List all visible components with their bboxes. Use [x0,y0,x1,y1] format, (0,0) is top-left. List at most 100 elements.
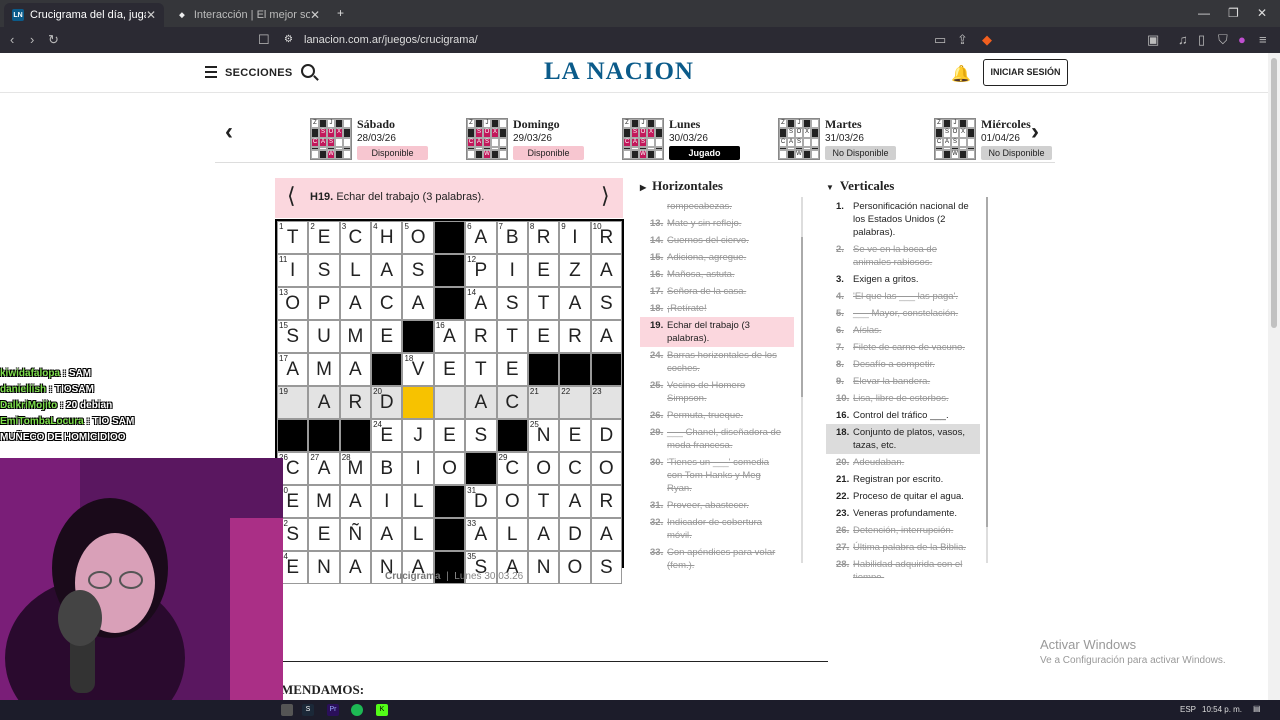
grid-cell[interactable]: A [371,254,403,287]
grid-cell[interactable]: O [527,452,560,485]
grid-cell[interactable]: R [559,320,591,353]
bookmark-icon[interactable]: ☐ [258,32,270,48]
clue-item[interactable]: 5. ___ Mayor, constelación. [826,305,980,322]
prev-day-arrow-icon[interactable]: ‹ [225,118,233,146]
day-item[interactable]: Z J S O X C A S W Sábado 28/03/26 Disponible [262,113,428,160]
grid-cell[interactable]: E [527,254,560,287]
profile-icon[interactable]: ● [1238,32,1246,47]
clue-item[interactable]: 26. Detención, interrupción. [826,522,980,539]
grid-cell[interactable]: D [559,518,591,551]
grid-cell[interactable]: 6A [465,221,497,254]
login-button[interactable]: INICIAR SESIÓN [983,59,1068,86]
grid-cell[interactable]: L [402,485,434,518]
day-item[interactable]: Z J S O X C A S W Lunes 30/03/26 Jugado [574,113,740,160]
grid-cell[interactable]: N [308,551,340,584]
grid-cell[interactable]: S [465,419,497,452]
sidebar-icon[interactable]: ▯ [1198,32,1205,48]
explorer-icon[interactable] [281,704,293,716]
grid-cell[interactable]: E [496,353,528,386]
grid-cell[interactable]: R [590,485,622,518]
grid-cell[interactable]: 13 O [277,287,309,320]
menu-icon[interactable]: ≡ [1259,32,1267,47]
clue-item[interactable]: 33. Con apéndices para volar (fem.). [640,544,794,574]
grid-cell[interactable]: N [527,551,560,584]
clue-item[interactable]: 24. Barras horizontales de los coches. [640,347,794,377]
forward-icon[interactable]: › [30,32,34,47]
grid-cell[interactable]: O [590,452,622,485]
clue-item[interactable]: 4. 'El que las ___ las paga'. [826,288,980,305]
grid-cell[interactable]: 12 P [465,254,497,287]
grid-cell[interactable]: A [402,287,434,320]
clue-item[interactable]: 20. Adeudaban. [826,454,980,471]
clue-item[interactable]: 21. Registran por escrito. [826,471,980,488]
window-close-icon[interactable]: ✕ [1257,6,1267,20]
grid-cell[interactable]: L [402,518,434,551]
day-item[interactable]: Z J S O X C A S W Miércoles 01/04/26 No Disponible [886,113,1052,160]
grid-cell[interactable]: A [590,518,622,551]
clue-item[interactable]: 6. Aíslas. [826,322,980,339]
grid-cell[interactable]: O [496,485,528,518]
grid-cell[interactable]: A [339,485,372,518]
grid-cell[interactable]: S [590,287,622,320]
active-grid-cell[interactable] [402,386,434,419]
clue-item[interactable]: 32. Indicador de cobertura móvil. [640,514,794,544]
grid-cell[interactable]: A [590,320,622,353]
minimize-icon[interactable]: — [1198,6,1210,20]
grid-cell[interactable]: 31 D [465,485,497,518]
grid-cell[interactable]: A [339,353,372,386]
grid-cell[interactable]: S [590,551,622,584]
grid-cell[interactable]: Z [559,254,591,287]
clue-item[interactable]: 28. Habilidad adquirida con el tiempo. [826,556,980,578]
grid-cell[interactable]: A [339,551,372,584]
grid-cell[interactable]: 21 [527,386,560,419]
grid-cell[interactable]: 14 A [465,287,497,320]
grid-cell[interactable]: L [339,254,372,287]
tab-interaccion[interactable]: ◆ Interacción | El mejor software pa ✕ [168,3,328,27]
vertical-scrollbar[interactable] [986,197,988,563]
grid-cell[interactable]: E [371,320,403,353]
grid-cell[interactable]: 7B [496,221,528,254]
horizontal-heading[interactable]: ▶ Horizontales [640,178,794,194]
grid-cell[interactable]: C [496,386,528,419]
site-logo[interactable]: LA NACION [544,58,694,86]
grid-cell[interactable]: M [308,353,340,386]
install-icon[interactable]: ▭ [934,32,946,48]
vertical-heading[interactable]: ▼ Verticales [826,178,980,194]
grid-cell[interactable]: 25 N [527,419,560,452]
grid-cell[interactable]: Ñ [339,518,372,551]
grid-cell[interactable]: 19 [277,386,309,419]
grid-cell[interactable]: C [559,452,591,485]
sections-button[interactable]: SECCIONES [225,67,293,79]
steam-icon[interactable]: S [302,704,314,716]
grid-cell[interactable]: 28 M [339,452,372,485]
grid-cell[interactable]: S [402,254,434,287]
prev-clue-icon[interactable]: ⟨ [287,183,296,209]
day-item[interactable]: Z J S O X C A S W Domingo 29/03/26 Disponible [418,113,584,160]
brave-shield-icon[interactable]: ◆ [982,32,992,48]
grid-cell[interactable]: T [527,287,560,320]
grid-cell[interactable]: 3C [339,221,372,254]
search-icon[interactable] [301,64,315,78]
grid-cell[interactable]: E [527,320,560,353]
vpn-icon[interactable]: ⛉ [1218,32,1228,48]
spotify-icon[interactable] [351,704,363,716]
page-scrollbar[interactable] [1268,53,1280,700]
grid-cell[interactable]: A [339,287,372,320]
grid-cell[interactable]: A [308,386,340,419]
clue-item[interactable]: 23. Veneras profundamente. [826,505,980,522]
grid-cell[interactable]: 18 V [402,353,434,386]
notifications-icon[interactable]: ▤ [1253,704,1261,713]
grid-cell[interactable]: 15 S [277,320,309,353]
grid-cell[interactable]: E [308,518,340,551]
grid-cell[interactable]: B [371,452,403,485]
grid-cell[interactable]: A [559,287,591,320]
clue-item[interactable]: 27. Última palabra de la Biblia. [826,539,980,556]
bell-icon[interactable]: 🔔 [951,64,971,84]
reload-icon[interactable]: ↻ [48,32,59,48]
clue-item[interactable]: 29. ___ Chanel, diseñadora de moda france… [640,424,794,454]
clue-item[interactable]: 19. Echar del trabajo (3 palabras). [640,317,794,347]
grid-cell[interactable]: A [559,485,591,518]
kick-icon[interactable]: K [376,704,388,716]
grid-cell[interactable]: A [527,518,560,551]
grid-cell[interactable]: D [590,419,622,452]
